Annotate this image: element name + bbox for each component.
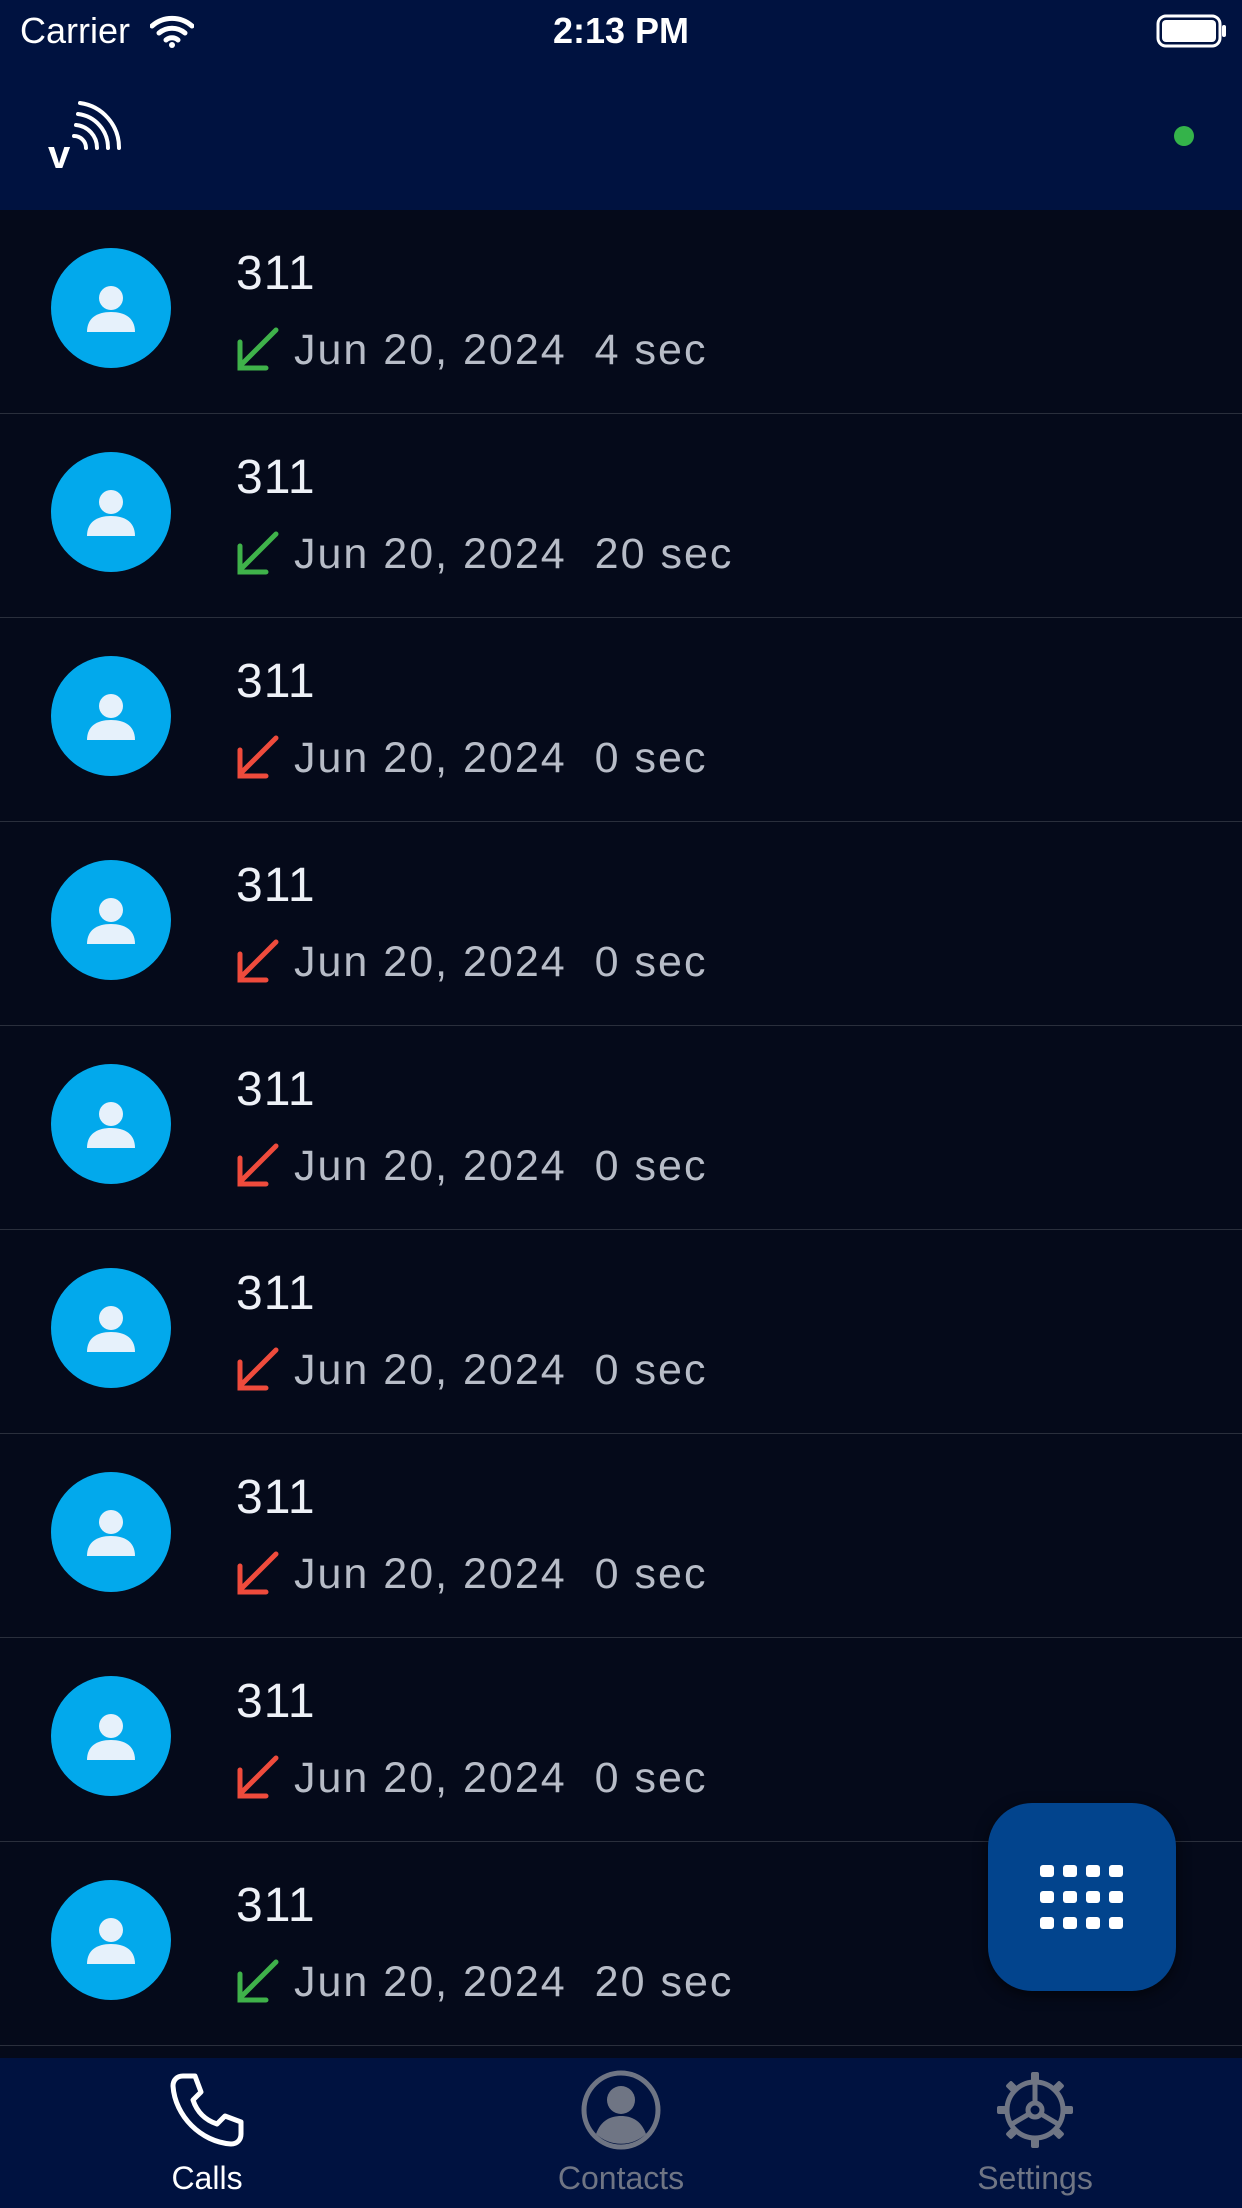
call-row[interactable]: 311 Jun 20, 2024 0 sec: [0, 1026, 1242, 1230]
call-row[interactable]: 311 Jun 20, 2024 0 sec: [0, 1434, 1242, 1638]
tab-label: Calls: [171, 2160, 243, 2196]
person-circle-icon: [581, 2070, 661, 2150]
call-date: Jun 20, 2024: [294, 937, 567, 986]
caller-name: 311: [236, 247, 316, 300]
contact-avatar[interactable]: [51, 452, 171, 572]
contact-avatar[interactable]: [51, 1064, 171, 1184]
missed-call-arrow-icon: [232, 1548, 284, 1600]
call-date: Jun 20, 2024: [294, 1141, 567, 1190]
call-date: Jun 20, 2024: [294, 1345, 567, 1394]
caller-name: 311: [236, 1675, 316, 1728]
missed-call-arrow-icon: [232, 1140, 284, 1192]
call-row[interactable]: 311 Jun 20, 2024 0 sec: [0, 822, 1242, 1026]
phone-icon: [170, 2073, 244, 2147]
contact-avatar[interactable]: [51, 248, 171, 368]
call-date: Jun 20, 2024: [294, 1753, 567, 1802]
caller-name: 311: [236, 451, 316, 504]
call-details: Jun 20, 2024 0 sec: [232, 1138, 707, 1194]
call-row[interactable]: 311 Jun 20, 2024 4 sec: [0, 210, 1242, 414]
tab-label: Contacts: [557, 2160, 685, 2196]
tab-label: Settings: [977, 2160, 1093, 2196]
logo-letter: v: [48, 133, 71, 174]
call-details: Jun 20, 2024 0 sec: [232, 730, 707, 786]
caller-name: 311: [236, 1471, 316, 1524]
person-icon: [87, 1714, 135, 1760]
tab-calls[interactable]: Calls: [0, 2058, 414, 2208]
keypad-button[interactable]: [988, 1803, 1176, 1991]
call-details: Jun 20, 2024 0 sec: [232, 934, 707, 990]
missed-call-arrow-icon: [232, 1344, 284, 1396]
call-date: Jun 20, 2024: [294, 529, 567, 578]
tab-bar: Calls Contacts Settings: [0, 2058, 1242, 2208]
caller-name: 311: [236, 1879, 316, 1932]
call-duration: 4 sec: [594, 325, 708, 374]
call-duration: 20 sec: [594, 529, 734, 578]
incoming-call-arrow-icon: [232, 324, 284, 376]
app-logo-icon: v: [48, 101, 122, 174]
call-duration: 20 sec: [594, 1957, 734, 2006]
screen: Carrier 2:13 PM v 311 Jun 20, 2024 4 sec 31…: [0, 0, 1242, 2208]
tab-settings[interactable]: Settings: [828, 2058, 1242, 2208]
call-details: Jun 20, 2024 4 sec: [232, 322, 707, 378]
tab-contacts[interactable]: Contacts: [414, 2058, 828, 2208]
caller-name: 311: [236, 859, 316, 912]
clock: 2:13 PM: [552, 10, 690, 51]
contact-avatar[interactable]: [51, 1676, 171, 1796]
call-row[interactable]: 311 Jun 20, 2024 0 sec: [0, 1230, 1242, 1434]
call-history-list[interactable]: 311 Jun 20, 2024 4 sec 311 Jun 20, 2024 20 se…: [0, 210, 1242, 2058]
person-icon: [87, 1306, 135, 1352]
incoming-call-arrow-icon: [232, 1956, 284, 2008]
gear-icon: [997, 2072, 1073, 2148]
person-icon: [87, 898, 135, 944]
contact-avatar[interactable]: [51, 1472, 171, 1592]
call-date: Jun 20, 2024: [294, 733, 567, 782]
call-details: Jun 20, 2024 0 sec: [232, 1546, 707, 1602]
call-details: Jun 20, 2024 0 sec: [232, 1750, 707, 1806]
status-bar: Carrier 2:13 PM: [0, 0, 1242, 64]
app-header: v: [0, 64, 1242, 210]
caller-name: 311: [236, 1063, 316, 1116]
battery-icon: [1156, 14, 1226, 48]
caller-name: 311: [236, 655, 316, 708]
person-icon: [87, 694, 135, 740]
caller-name: 311: [236, 1267, 316, 1320]
call-duration: 0 sec: [594, 1753, 708, 1802]
missed-call-arrow-icon: [232, 1752, 284, 1804]
call-date: Jun 20, 2024: [294, 1549, 567, 1598]
call-duration: 0 sec: [594, 1549, 708, 1598]
incoming-call-arrow-icon: [232, 528, 284, 580]
call-row[interactable]: 311 Jun 20, 2024 0 sec: [0, 618, 1242, 822]
connection-status-dot: [1174, 126, 1194, 146]
call-duration: 0 sec: [594, 733, 708, 782]
person-icon: [87, 1918, 135, 1964]
contact-avatar[interactable]: [51, 1268, 171, 1388]
call-date: Jun 20, 2024: [294, 325, 567, 374]
call-duration: 0 sec: [594, 1141, 708, 1190]
dialpad-icon: [1040, 1865, 1123, 1929]
call-details: Jun 20, 2024 20 sec: [232, 1954, 733, 2010]
contact-avatar[interactable]: [51, 860, 171, 980]
missed-call-arrow-icon: [232, 936, 284, 988]
call-row[interactable]: 311 Jun 20, 2024 20 sec: [0, 414, 1242, 618]
call-duration: 0 sec: [594, 937, 708, 986]
missed-call-arrow-icon: [232, 732, 284, 784]
person-icon: [87, 1102, 135, 1148]
person-icon: [87, 286, 135, 332]
call-duration: 0 sec: [594, 1345, 708, 1394]
contact-avatar[interactable]: [51, 656, 171, 776]
person-icon: [87, 490, 135, 536]
call-details: Jun 20, 2024 20 sec: [232, 526, 733, 582]
call-date: Jun 20, 2024: [294, 1957, 567, 2006]
person-icon: [87, 1510, 135, 1556]
contact-avatar[interactable]: [51, 1880, 171, 2000]
call-details: Jun 20, 2024 0 sec: [232, 1342, 707, 1398]
